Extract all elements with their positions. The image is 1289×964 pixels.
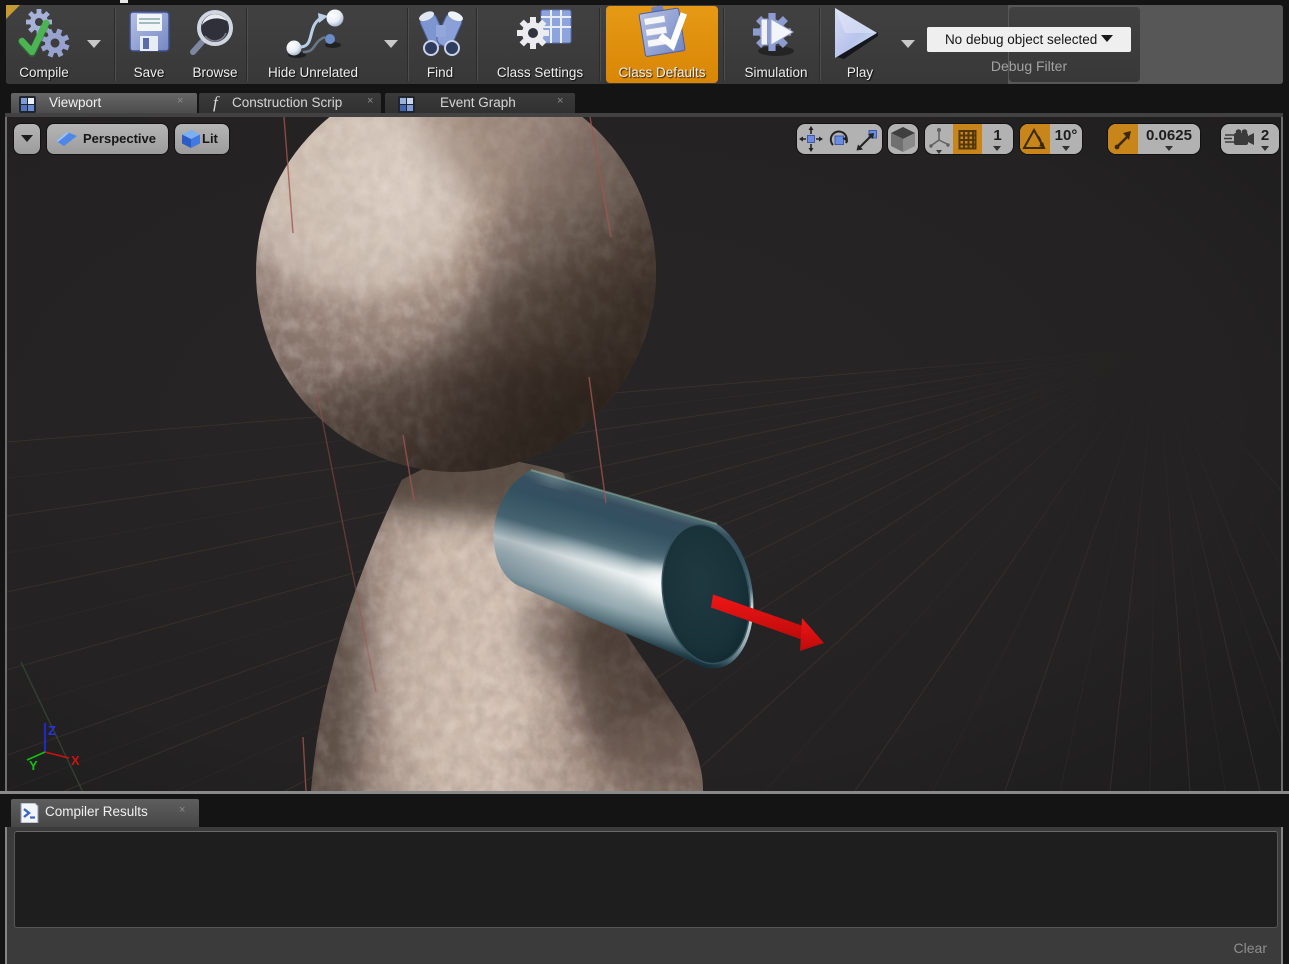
svg-text:X: X (71, 753, 80, 768)
svg-text:Z: Z (48, 723, 56, 738)
svg-text:Y: Y (29, 758, 38, 773)
